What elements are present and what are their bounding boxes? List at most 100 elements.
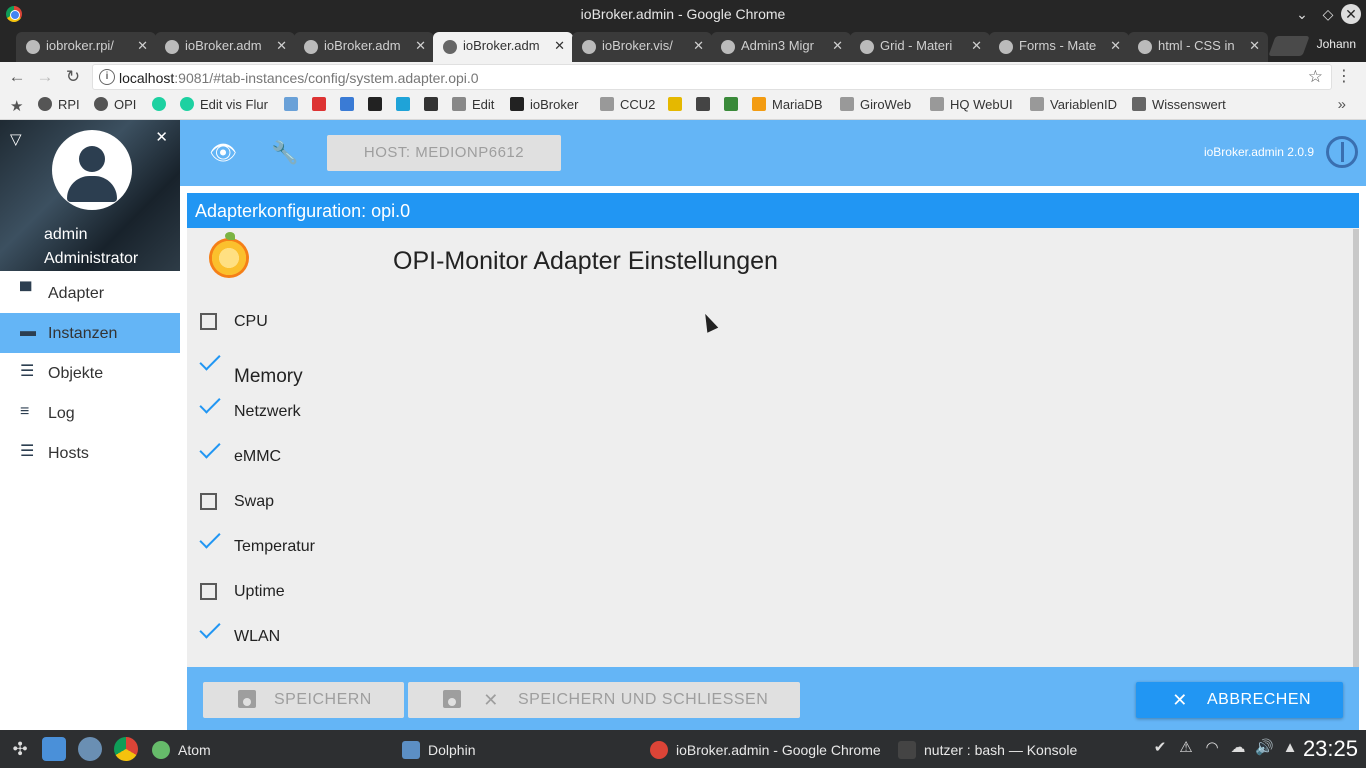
- save-button[interactable]: SPEICHERN: [203, 682, 404, 718]
- bookmark-item[interactable]: VariablenID: [1030, 97, 1117, 112]
- sidebar-item-label: Instanzen: [48, 325, 118, 342]
- browser-tab[interactable]: iobroker.rpi/ ✕: [16, 32, 156, 62]
- sidebar-item-objekte[interactable]: ☰ Objekte: [0, 353, 180, 393]
- browser-tab[interactable]: Grid - Materi ✕: [850, 32, 990, 62]
- checkbox-unchecked[interactable]: [200, 493, 217, 510]
- bookmark-item[interactable]: [396, 97, 416, 112]
- url-text: localhost:9081/#tab-instances/config/sys…: [119, 70, 479, 86]
- browser-toolbar: ← → ↻ i localhost:9081/#tab-instances/co…: [0, 62, 1366, 92]
- cloud-icon[interactable]: ☁: [1229, 739, 1247, 757]
- address-bar[interactable]: i localhost:9081/#tab-instances/config/s…: [92, 64, 1332, 90]
- sidebar-item-log[interactable]: ≡ Log: [0, 393, 180, 433]
- back-icon[interactable]: ←: [6, 66, 28, 88]
- bookmark-item[interactable]: [284, 97, 304, 112]
- close-icon[interactable]: ✕: [693, 38, 704, 54]
- scrollbar[interactable]: [1353, 229, 1359, 667]
- clock[interactable]: 23:25: [1303, 736, 1358, 762]
- bookmark-item[interactable]: [424, 97, 444, 112]
- close-icon[interactable]: ✕: [415, 38, 426, 54]
- diamond-icon[interactable]: ◇: [1318, 4, 1338, 24]
- checkbox-checked[interactable]: [199, 397, 221, 419]
- tab-label: Admin3 Migr: [741, 38, 814, 53]
- option-swap: Swap: [187, 487, 587, 517]
- file-manager-icon[interactable]: [42, 737, 66, 761]
- chevron-down-icon[interactable]: ⌄: [1292, 4, 1312, 24]
- bookmark-item[interactable]: [696, 97, 716, 112]
- checkbox-checked[interactable]: [199, 532, 221, 554]
- bookmark-item[interactable]: Edit vis Flur: [180, 97, 268, 112]
- bookmark-item[interactable]: ★: [10, 97, 23, 115]
- taskbar-task[interactable]: ioBroker.admin - Google Chrome: [650, 741, 881, 759]
- sidebar-item-hosts[interactable]: ☰ Hosts: [0, 433, 180, 473]
- bookmark-item[interactable]: ioBroker: [510, 97, 578, 112]
- tray-expand-icon[interactable]: ▲: [1281, 739, 1299, 757]
- close-icon[interactable]: ✕: [971, 38, 982, 54]
- info-icon[interactable]: i: [99, 69, 115, 85]
- shield-check-icon[interactable]: ✔: [1151, 739, 1169, 757]
- close-icon[interactable]: ✕: [276, 38, 287, 54]
- cancel-button[interactable]: ✕ ABBRECHEN: [1136, 682, 1343, 718]
- github-icon: [510, 97, 524, 111]
- profile-name[interactable]: Johann: [1317, 37, 1356, 51]
- volume-icon[interactable]: 🔊: [1255, 739, 1274, 757]
- chrome-launcher-icon[interactable]: [114, 737, 138, 761]
- bookmark-item[interactable]: MariaDB: [752, 97, 823, 112]
- browser-tab[interactable]: html - CSS in ✕: [1128, 32, 1268, 62]
- wrench-icon[interactable]: 🔧: [271, 140, 299, 166]
- bookmark-item[interactable]: CCU2: [600, 97, 655, 112]
- browser-tab[interactable]: ioBroker.adm ✕: [294, 32, 434, 62]
- browser-tab[interactable]: Admin3 Migr ✕: [711, 32, 851, 62]
- close-icon[interactable]: ✕: [1110, 38, 1121, 54]
- url-path: :9081/#tab-instances/config/system.adapt…: [174, 70, 479, 86]
- bookmark-item[interactable]: Wissenswert: [1132, 97, 1226, 112]
- new-tab-button[interactable]: [1268, 36, 1310, 56]
- save-close-button[interactable]: ✕ SPEICHERN UND SCHLIESSEN: [408, 682, 800, 718]
- orange-adapter-icon: [209, 232, 249, 278]
- bookmark-item[interactable]: HQ WebUI: [930, 97, 1013, 112]
- browser-tab[interactable]: Forms - Mate ✕: [989, 32, 1129, 62]
- sidebar-item-instanzen[interactable]: ▬ Instanzen: [0, 313, 180, 353]
- bookmark-item[interactable]: OPI: [94, 97, 136, 112]
- forward-icon[interactable]: →: [34, 66, 56, 88]
- menu-icon[interactable]: ⋮: [1336, 66, 1352, 86]
- host-button[interactable]: HOST: MEDIONP6612: [327, 135, 561, 171]
- bookmark-item[interactable]: [340, 97, 360, 112]
- bookmark-item[interactable]: [312, 97, 332, 112]
- bookmark-item[interactable]: [152, 97, 172, 112]
- bookmark-item[interactable]: [368, 97, 388, 112]
- close-icon[interactable]: ✕: [554, 38, 565, 54]
- close-icon[interactable]: ✕: [832, 38, 843, 54]
- browser-tab[interactable]: ioBroker.vis/ ✕: [572, 32, 712, 62]
- checkbox-checked[interactable]: [199, 354, 221, 376]
- bookmark-item[interactable]: [668, 97, 688, 112]
- eye-icon[interactable]: 👁: [209, 140, 237, 166]
- bookmark-item[interactable]: [724, 97, 744, 112]
- app-launcher-icon[interactable]: ✣: [8, 737, 32, 761]
- bookmark-star-icon[interactable]: ☆: [1308, 67, 1323, 87]
- checkbox-unchecked[interactable]: [200, 583, 217, 600]
- checkbox-unchecked[interactable]: [200, 313, 217, 330]
- close-sidebar-icon[interactable]: ✕: [155, 128, 168, 146]
- sidebar-item-adapter[interactable]: ▀ Adapter: [0, 273, 180, 313]
- wifi-icon[interactable]: ◠: [1203, 739, 1221, 757]
- close-icon[interactable]: ✕: [137, 38, 148, 54]
- taskbar-task[interactable]: Atom: [152, 741, 211, 759]
- network-icon[interactable]: ⚠: [1177, 739, 1195, 757]
- scrollbar-thumb[interactable]: [1353, 229, 1359, 667]
- browser-tab[interactable]: ioBroker.adm ✕: [433, 32, 573, 62]
- browser-tab[interactable]: ioBroker.adm ✕: [155, 32, 295, 62]
- close-window-button[interactable]: ✕: [1341, 4, 1361, 24]
- bookmark-item[interactable]: RPI: [38, 97, 80, 112]
- checkbox-checked[interactable]: [199, 622, 221, 644]
- checkbox-checked[interactable]: [199, 442, 221, 464]
- bookmark-item[interactable]: Edit: [452, 97, 494, 112]
- taskbar-task[interactable]: nutzer : bash — Konsole: [898, 741, 1077, 759]
- close-icon[interactable]: ✕: [1249, 38, 1260, 54]
- more-bookmarks-icon[interactable]: »: [1338, 96, 1346, 113]
- thunderbird-icon[interactable]: [78, 737, 102, 761]
- bookmark-item[interactable]: GiroWeb: [840, 97, 911, 112]
- reload-icon[interactable]: ↻: [62, 66, 84, 88]
- triangle-down-icon[interactable]: ▽: [10, 130, 22, 148]
- taskbar-task[interactable]: Dolphin: [402, 741, 475, 759]
- github-icon: [165, 40, 179, 54]
